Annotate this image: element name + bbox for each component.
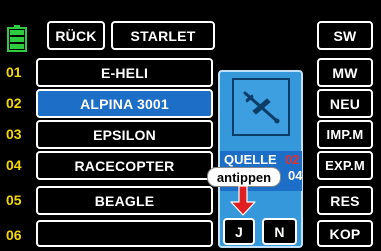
model-item[interactable]: EPSILON (36, 120, 213, 149)
model-number: 01 (6, 64, 22, 80)
arrow-down-icon (230, 185, 256, 216)
model-number: 02 (6, 95, 22, 111)
airplane-icon (232, 78, 290, 136)
back-button[interactable]: RÜCK (47, 21, 105, 50)
sw-button[interactable]: SW (317, 21, 373, 50)
new-button[interactable]: NEU (317, 89, 373, 118)
export-button[interactable]: EXP.M (317, 151, 373, 180)
model-number: 05 (6, 192, 22, 208)
model-item[interactable]: RACECOPTER (36, 151, 213, 180)
mw-button[interactable]: MW (317, 58, 373, 87)
model-item[interactable]: BEAGLE (36, 186, 213, 215)
model-number: 06 (6, 227, 22, 243)
model-item-selected[interactable]: ALPINA 3001 (36, 89, 213, 118)
source-label: QUELLE (224, 152, 277, 167)
copy-button[interactable]: KOP (317, 220, 373, 247)
import-button[interactable]: IMP.M (317, 120, 373, 149)
model-item[interactable] (36, 220, 213, 247)
battery-icon (6, 25, 28, 52)
model-number: 03 (6, 126, 22, 142)
volume-number: 04 (288, 168, 303, 183)
model-number: 04 (6, 157, 22, 173)
model-item[interactable]: E-HELI (36, 58, 213, 87)
source-number: 02 (285, 152, 300, 167)
yes-button[interactable]: J (223, 218, 255, 245)
tap-hint-callout: antippen (207, 167, 281, 187)
model-title: STARLET (111, 21, 215, 50)
no-button[interactable]: N (262, 218, 297, 245)
reset-button[interactable]: RES (317, 186, 373, 215)
